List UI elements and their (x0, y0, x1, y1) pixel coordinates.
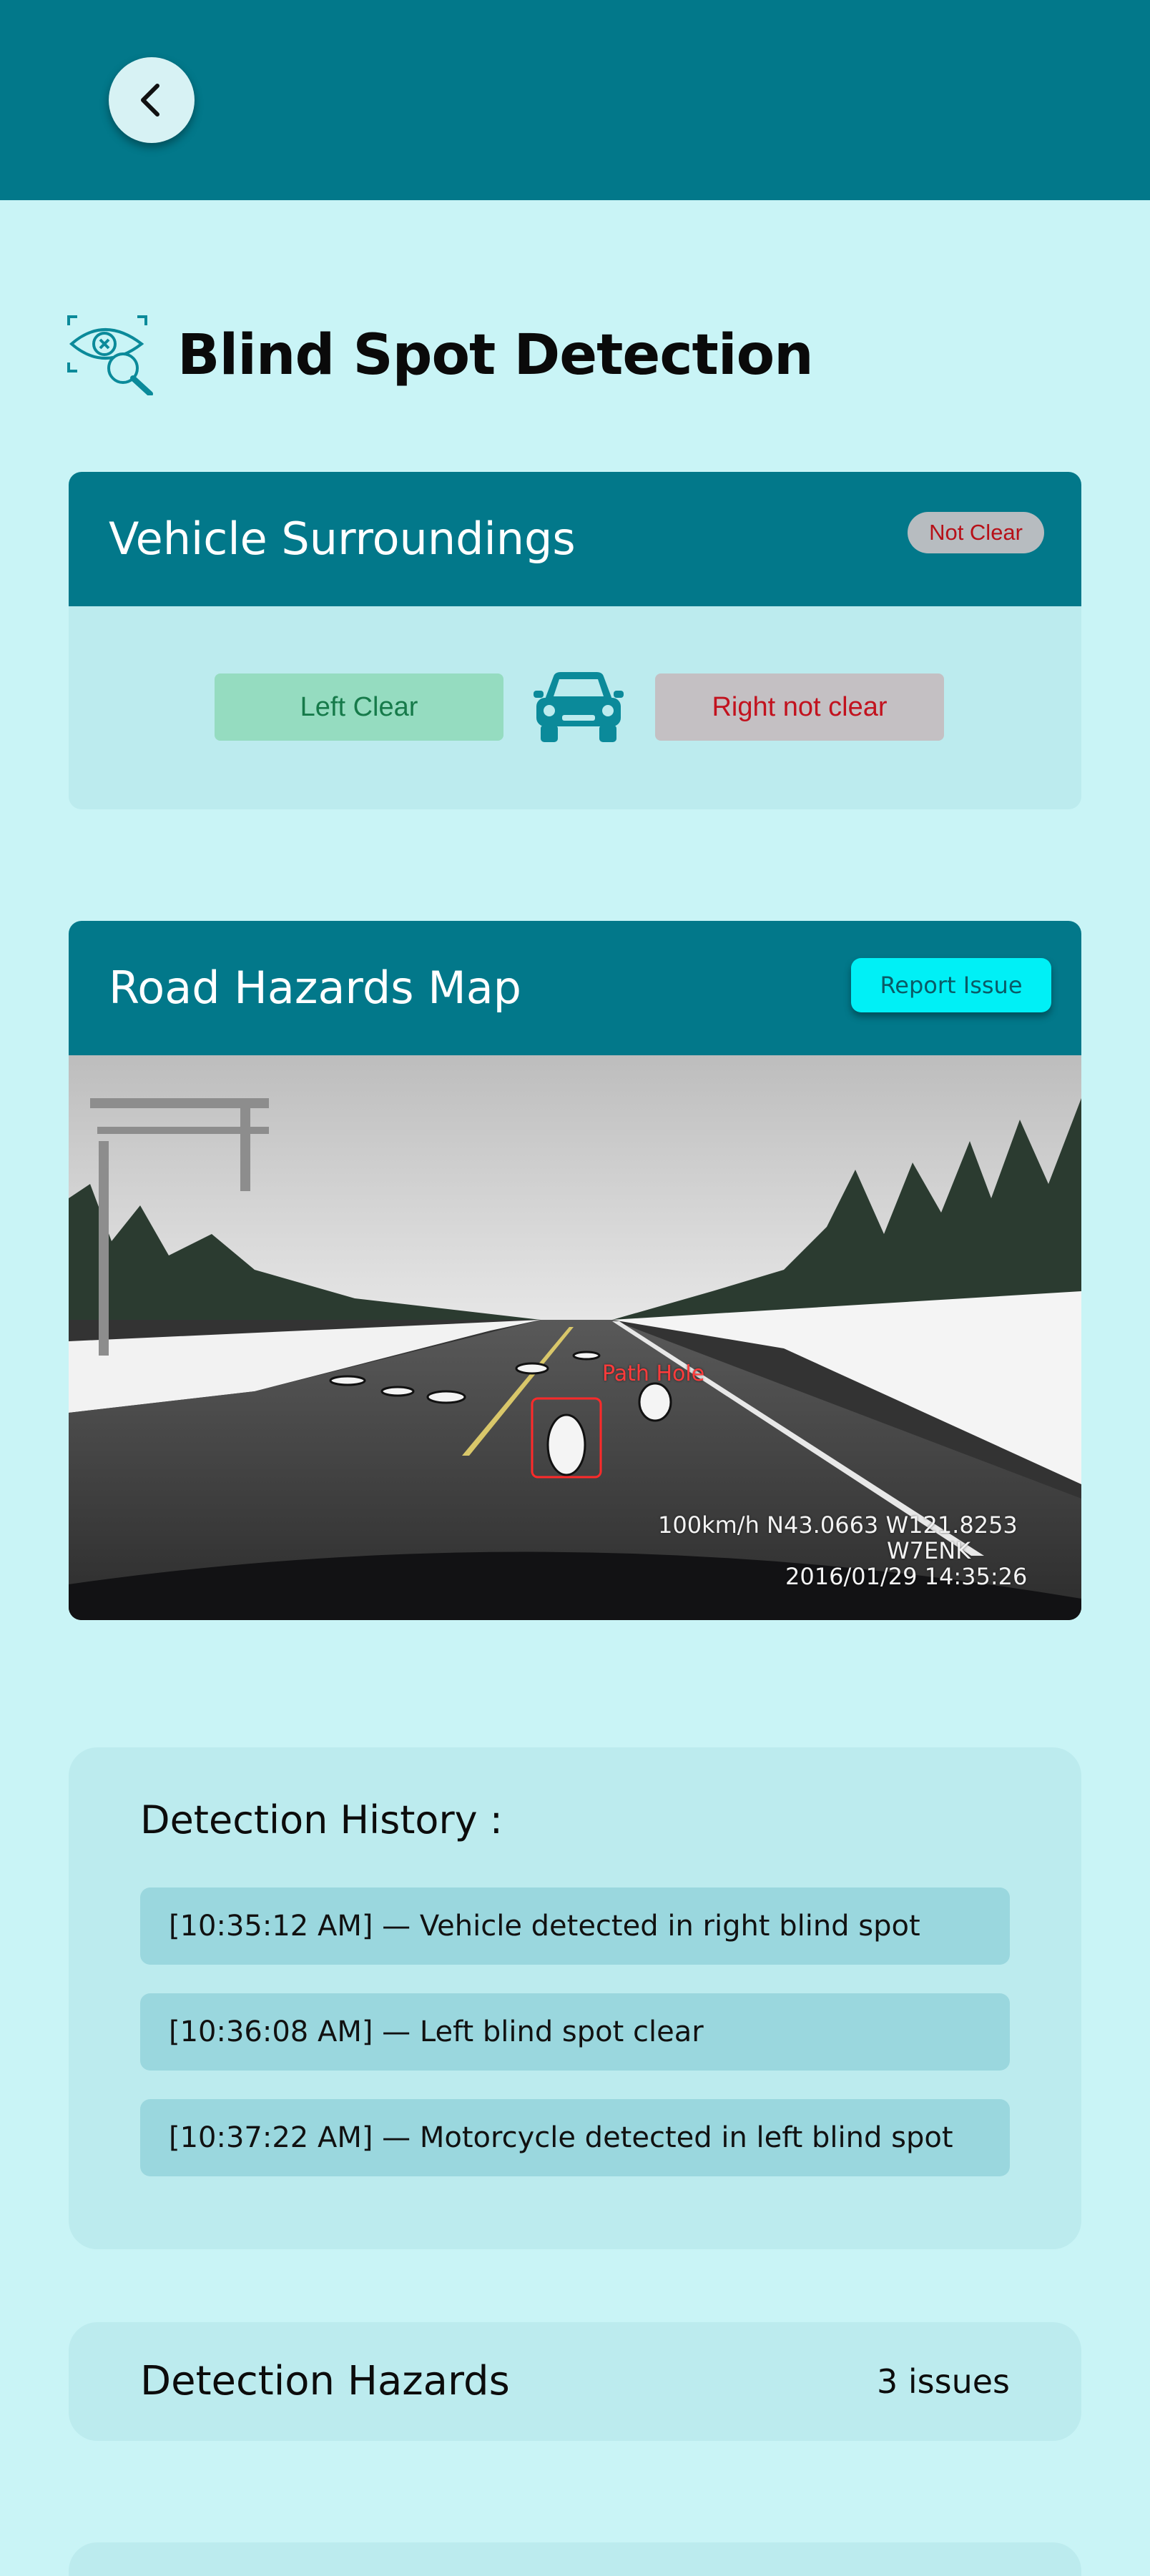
page-title: Blind Spot Detection (177, 323, 814, 388)
status-badge: Not Clear (908, 512, 1044, 553)
road-camera-image: Path Hole 100km/h N43.0663 W121.8253 W7E… (69, 1055, 1081, 1620)
detection-history-card: Detection History : [10:35:12 AM] — Vehi… (69, 1747, 1081, 2249)
left-status-pill: Left Clear (215, 673, 503, 741)
history-item[interactable]: [10:36:08 AM] — Left blind spot clear (140, 1993, 1010, 2071)
hazard-map-title: Road Hazards Map (109, 962, 522, 1014)
surroundings-title: Vehicle Surroundings (109, 513, 576, 565)
detection-hazards-card[interactable]: Detection Hazards 3 issues (69, 2322, 1081, 2441)
history-title: Detection History : (140, 1797, 503, 1842)
callsign: W7ENK (887, 1537, 971, 1564)
top-app-bar (0, 0, 1150, 200)
car-icon (534, 672, 624, 742)
surroundings-card-body: Left Clear Right not clear (69, 606, 1081, 809)
history-item[interactable]: [10:37:22 AM] — Motorcycle detected in l… (140, 2099, 1010, 2176)
speed-coordinates: 100km/h N43.0663 W121.8253 (658, 1511, 1018, 1539)
surroundings-card-header: Vehicle Surroundings Not Clear (69, 472, 1081, 606)
report-issue-button[interactable]: Report Issue (851, 958, 1051, 1012)
camera-timestamp: 2016/01/29 14:35:26 (785, 1563, 1028, 1590)
detection-label: Path Hole (602, 1361, 705, 1386)
eye-search-icon (67, 315, 153, 395)
back-button[interactable] (109, 57, 195, 143)
history-item[interactable]: [10:35:12 AM] — Vehicle detected in righ… (140, 1887, 1010, 1965)
hazards-count: 3 issues (876, 2362, 1010, 2401)
next-card (69, 2542, 1081, 2576)
right-status-pill: Right not clear (655, 673, 944, 741)
hazards-label: Detection Hazards (140, 2358, 510, 2404)
hazard-map-card-header: Road Hazards Map Report Issue (69, 921, 1081, 1055)
chevron-left-icon (141, 84, 159, 117)
page-header: Blind Spot Detection (67, 309, 814, 402)
